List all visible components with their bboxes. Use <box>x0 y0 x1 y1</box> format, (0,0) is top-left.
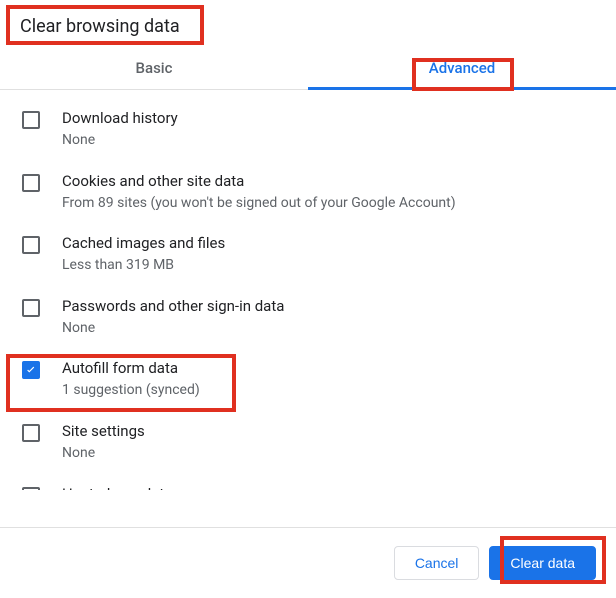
dialog-title: Clear browsing data <box>0 0 616 47</box>
item-text: Passwords and other sign-in data None <box>62 296 284 339</box>
cancel-button[interactable]: Cancel <box>394 546 480 580</box>
item-label: Hosted app data <box>62 484 172 490</box>
dialog-footer: Cancel Clear data <box>0 527 616 598</box>
item-label: Cookies and other site data <box>62 171 456 192</box>
item-passwords: Passwords and other sign-in data None <box>0 286 616 349</box>
tab-basic[interactable]: Basic <box>0 47 308 89</box>
item-site-settings: Site settings None <box>0 411 616 474</box>
item-download-history: Download history None <box>0 98 616 161</box>
checkbox-cookies[interactable] <box>22 174 40 192</box>
clear-browsing-data-dialog: Clear browsing data Basic Advanced Downl… <box>0 0 616 490</box>
item-sub: 1 suggestion (synced) <box>62 381 200 401</box>
item-text: Download history None <box>62 108 178 151</box>
item-sub: None <box>62 444 145 464</box>
item-cookies: Cookies and other site data From 89 site… <box>0 161 616 224</box>
item-cached: Cached images and files Less than 319 MB <box>0 223 616 286</box>
checkbox-site-settings[interactable] <box>22 424 40 442</box>
item-sub: Less than 319 MB <box>62 256 225 276</box>
item-hosted-app-data: Hosted app data <box>0 474 616 490</box>
tab-advanced[interactable]: Advanced <box>308 47 616 89</box>
item-label: Download history <box>62 108 178 129</box>
item-text: Site settings None <box>62 421 145 464</box>
tabs: Basic Advanced <box>0 47 616 90</box>
checkbox-download-history[interactable] <box>22 111 40 129</box>
clear-data-button[interactable]: Clear data <box>489 546 596 580</box>
item-label: Cached images and files <box>62 233 225 254</box>
item-label: Passwords and other sign-in data <box>62 296 284 317</box>
options-list: Download history None Cookies and other … <box>0 90 616 490</box>
checkbox-hosted-app-data[interactable] <box>22 487 40 490</box>
item-text: Cookies and other site data From 89 site… <box>62 171 456 214</box>
item-sub: None <box>62 319 284 339</box>
check-icon <box>24 363 38 377</box>
item-autofill: Autofill form data 1 suggestion (synced) <box>0 348 616 411</box>
item-label: Site settings <box>62 421 145 442</box>
item-sub: From 89 sites (you won't be signed out o… <box>62 194 456 214</box>
item-sub: None <box>62 131 178 151</box>
item-text: Cached images and files Less than 319 MB <box>62 233 225 276</box>
checkbox-autofill[interactable] <box>22 361 40 379</box>
checkbox-cached[interactable] <box>22 236 40 254</box>
item-text: Hosted app data <box>62 484 172 490</box>
checkbox-passwords[interactable] <box>22 299 40 317</box>
item-label: Autofill form data <box>62 358 200 379</box>
item-text: Autofill form data 1 suggestion (synced) <box>62 358 200 401</box>
